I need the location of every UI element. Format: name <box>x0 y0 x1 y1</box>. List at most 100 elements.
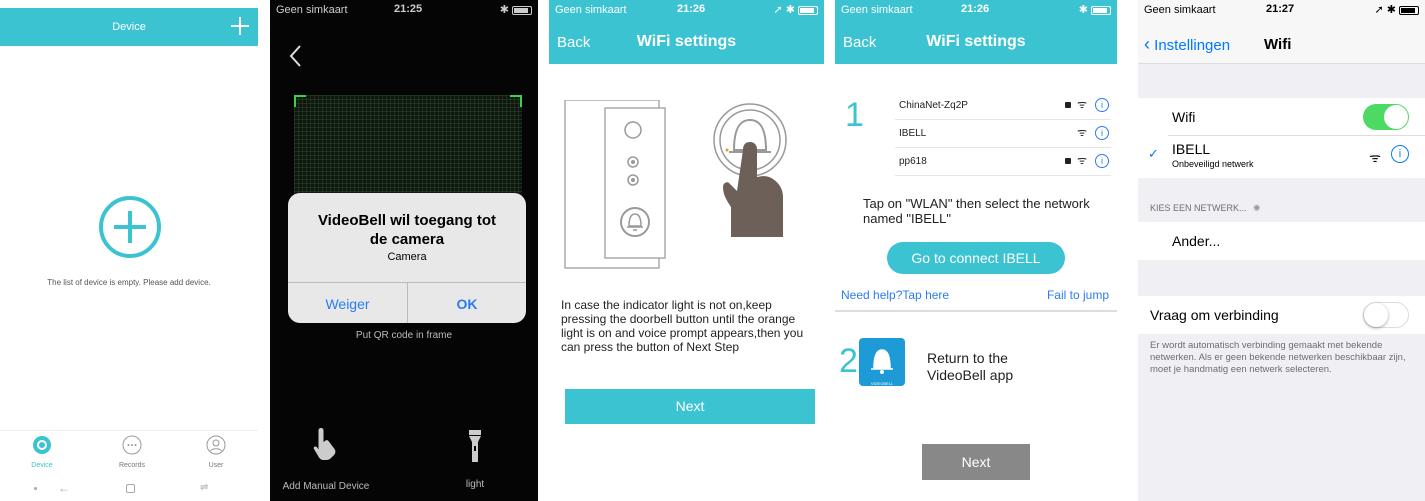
wifi-icon: ᯤ <box>1076 127 1087 139</box>
flashlight-icon <box>469 430 481 462</box>
lock-icon <box>1065 102 1071 108</box>
tap-instruction: Tap on "WLAN" then select the network na… <box>863 196 1090 226</box>
network-name: pp618 <box>899 156 927 167</box>
back-button[interactable]: ‹ Instellingen <box>1144 34 1230 54</box>
tab-label: Records <box>118 462 146 469</box>
tab-device[interactable]: Device <box>22 435 62 473</box>
divider <box>835 310 1117 312</box>
network-row: pp618 ᯤ i <box>895 148 1111 176</box>
videobell-app-icon: VIDEOBELL <box>859 338 905 386</box>
chevron-left-icon: ‹ <box>1144 34 1150 54</box>
back-chevron-icon[interactable] <box>288 44 304 68</box>
qr-scanner-screen: Geen simkaart 21:25 ✱ VideoBell wil toeg… <box>270 0 538 501</box>
add-manual-device-button[interactable]: Add Manual Device <box>276 424 376 494</box>
help-link[interactable]: Need help?Tap here <box>841 288 949 302</box>
page-title: Device <box>112 21 146 33</box>
battery-icon: ✱ <box>500 3 532 16</box>
page-title: Wifi <box>1264 36 1292 53</box>
dialog-title: VideoBell wil toegang tot de camera <box>317 212 497 248</box>
light-label: light <box>465 479 485 490</box>
carrier-label: Geen simkaart <box>555 4 627 16</box>
instructions-text: In case the indicator light is not on,ke… <box>561 298 804 354</box>
android-nav-bar: ← ⇌ <box>0 476 258 501</box>
other-network-row[interactable]: Ander... <box>1138 222 1425 260</box>
camera-permission-dialog: VideoBell wil toegang tot de camera Came… <box>288 193 526 323</box>
divider <box>1168 135 1425 136</box>
dot-icon <box>34 487 37 490</box>
battery-icon: ✱ <box>1079 3 1111 16</box>
wifi-settings-screen: Geen simkaart 21:26 ➚ ✱ Back WiFi settin… <box>549 0 824 501</box>
tab-user[interactable]: User <box>196 435 236 473</box>
next-button[interactable]: Next <box>922 444 1030 480</box>
add-circle-icon <box>99 196 161 258</box>
ask-toggle[interactable] <box>1363 302 1409 328</box>
tab-label: Device <box>31 462 53 469</box>
home-square-icon[interactable] <box>126 484 135 493</box>
carrier-label: Geen simkaart <box>841 4 913 16</box>
ios-wifi-settings-screen: Geen simkaart 21:27 ➚ ✱ ‹ Instellingen W… <box>1138 0 1425 501</box>
add-device-button[interactable] <box>98 195 162 259</box>
light-button[interactable]: light <box>445 430 505 494</box>
toggle-knob <box>1364 303 1388 327</box>
status-bar: Geen simkaart 21:26 ✱ <box>835 0 1117 20</box>
back-arrow-icon[interactable]: ← <box>58 481 70 495</box>
network-list: ChinaNet-Zq2P ᯤ i IBELL ᯤ i pp618 ᯤ i <box>895 92 1111 176</box>
page-title: WiFi settings <box>926 33 1026 50</box>
carrier-label: Geen simkaart <box>276 4 348 16</box>
section-header: KIES EEN NETWERK... ✺ <box>1150 203 1261 213</box>
info-icon[interactable]: i <box>1095 98 1109 112</box>
network-name: ChinaNet-Zq2P <box>899 100 968 111</box>
ask-to-join-row: Vraag om verbinding <box>1138 296 1425 334</box>
frame-corner <box>294 95 306 107</box>
wifi-group: Wifi ✓ IBELL Onbeveiligd netwerk ᯤ i <box>1138 98 1425 178</box>
checkmark-icon: ✓ <box>1148 146 1159 161</box>
device-screen: Device The list of device is empty. Plea… <box>0 0 258 501</box>
other-label: Ander... <box>1172 233 1221 249</box>
status-bar: Geen simkaart 21:27 ➚ ✱ <box>1138 0 1425 20</box>
deny-button[interactable]: Weiger <box>288 296 407 312</box>
tab-label: User <box>208 462 224 469</box>
info-icon[interactable]: i <box>1391 145 1409 163</box>
bell-icon <box>871 349 893 374</box>
next-button[interactable]: Next <box>565 389 815 424</box>
network-name[interactable]: IBELL <box>1172 141 1210 157</box>
battery-icon: ➚ ✱ <box>773 3 818 16</box>
clock: 21:26 <box>677 3 706 15</box>
footer-note: Er wordt automatisch verbinding gemaakt … <box>1150 340 1406 375</box>
toggle-knob <box>1384 105 1408 129</box>
wifi-toggle[interactable] <box>1363 104 1409 130</box>
page-title: WiFi settings <box>636 33 737 50</box>
empty-state-text: The list of device is empty. Please add … <box>47 278 211 287</box>
ask-label: Vraag om verbinding <box>1150 307 1279 323</box>
chat-icon <box>122 435 142 455</box>
recents-icon[interactable]: ⇌ <box>200 482 208 493</box>
status-bar: Geen simkaart 21:26 ➚ ✱ <box>549 0 824 20</box>
battery-icon: ➚ ✱ <box>1374 3 1419 16</box>
logo-text: VIDEOBELL <box>870 381 894 386</box>
qr-hint: Put QR code in frame <box>355 330 453 341</box>
tab-bar: Device Records User <box>0 430 258 474</box>
status-bar: Geen simkaart 21:25 ✱ <box>270 0 538 20</box>
ok-button[interactable]: OK <box>408 296 526 312</box>
return-instruction: Return to the VideoBell app <box>927 350 1014 383</box>
wifi-icon: ᯤ <box>1076 155 1087 167</box>
wifi-icon: ᯤ <box>1076 99 1087 111</box>
wifi-connect-guide-screen: Geen simkaart 21:26 ✱ Back WiFi settings… <box>835 0 1117 501</box>
spinner-icon: ✺ <box>1253 203 1261 213</box>
fail-link[interactable]: Fail to jump <box>1047 288 1109 302</box>
device-header: Device <box>0 8 258 46</box>
nav-bar: Back WiFi settings <box>549 20 824 64</box>
carrier-label: Geen simkaart <box>1144 4 1216 16</box>
user-icon <box>206 435 226 455</box>
info-icon[interactable]: i <box>1095 126 1109 140</box>
plus-icon[interactable] <box>228 14 252 38</box>
network-row: ChinaNet-Zq2P ᯤ i <box>895 92 1111 120</box>
manual-label: Add Manual Device <box>282 481 370 492</box>
info-icon[interactable]: i <box>1095 154 1109 168</box>
tab-records[interactable]: Records <box>110 435 154 473</box>
network-name: IBELL <box>899 128 927 139</box>
connect-ibell-button[interactable]: Go to connect IBELL <box>887 242 1065 274</box>
nav-bar: Back WiFi settings <box>835 20 1117 64</box>
wifi-label: Wifi <box>1172 109 1196 125</box>
wifi-icon: ᯤ <box>1369 150 1381 165</box>
